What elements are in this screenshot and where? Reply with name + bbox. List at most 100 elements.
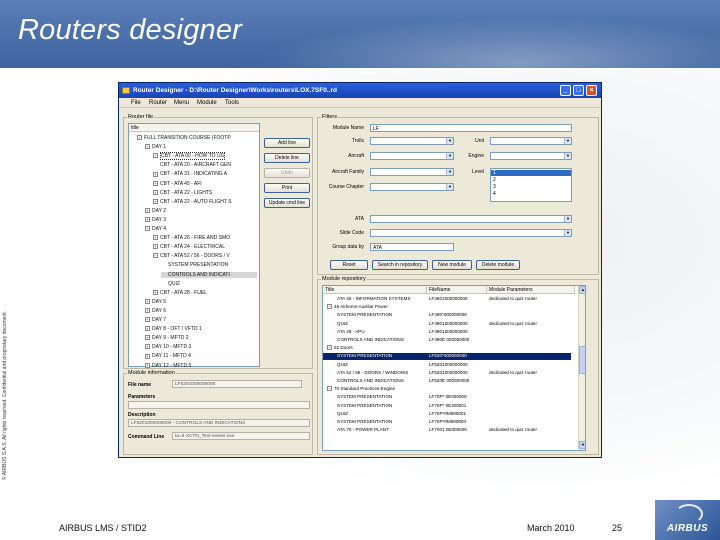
level-option[interactable]: 1: [491, 170, 571, 176]
expand-icon[interactable]: +: [153, 180, 158, 186]
expand-icon[interactable]: +: [145, 344, 150, 350]
tree-node[interactable]: + DAY 12 - MFTD 5: [145, 363, 191, 369]
tree-node[interactable]: + CBT - ATA 45 - AFI: [153, 181, 202, 187]
table-row[interactable]: QUIZ LF4901000000000 dedicated to quiz rou…: [323, 321, 571, 328]
tree-node[interactable]: CONTROLS AND INDICATI: [161, 271, 257, 278]
chevron-down-icon[interactable]: ▼: [564, 216, 571, 222]
scroll-down-icon[interactable]: ▼: [579, 441, 585, 449]
tree-leaf-icon[interactable]: [153, 162, 158, 167]
maximize-button[interactable]: □: [573, 85, 584, 96]
collapse-icon[interactable]: −: [327, 345, 332, 351]
delete-module-button[interactable]: Delete module: [476, 260, 520, 270]
collapse-icon[interactable]: −: [153, 253, 158, 259]
chevron-down-icon[interactable]: ▼: [446, 184, 453, 190]
group-data-by-select[interactable]: ATA: [370, 243, 454, 251]
tree-node[interactable]: + DAY 7: [145, 317, 166, 323]
level-option[interactable]: 3: [493, 184, 496, 190]
expand-icon[interactable]: +: [153, 198, 158, 204]
tree-node[interactable]: + DAY 6: [145, 308, 166, 314]
unit-select[interactable]: ▼: [490, 137, 572, 145]
print-button[interactable]: Print: [264, 183, 310, 193]
update-cmd-line-button[interactable]: Update cmd line: [264, 198, 310, 208]
tree-node[interactable]: − DAY 1: [145, 144, 166, 150]
tree-node[interactable]: + DAY 9 - MFTD 2: [145, 335, 189, 341]
reset-button[interactable]: Reset: [330, 260, 368, 270]
expand-icon[interactable]: +: [153, 189, 158, 195]
expand-icon[interactable]: +: [145, 217, 150, 223]
table-row[interactable]: QUIZ LF70P*0M000001: [323, 411, 571, 418]
tree-node[interactable]: − CBT - ATA 52 / 56 - DOORS / V: [153, 253, 230, 259]
tree-node[interactable]: CBT - ATA 20 - AIRCRAFT GEN: [153, 162, 231, 168]
tree-node[interactable]: + CBT - ATA 26 - FIRE AND SMO: [153, 235, 230, 241]
command-line-field[interactable]: ta=6 XCTN_Text-viewer.exe: [172, 432, 310, 440]
column-module-parameters[interactable]: Module Parameters: [487, 286, 575, 294]
collapse-icon[interactable]: −: [145, 226, 150, 232]
column-filename[interactable]: FileName: [427, 286, 487, 294]
collapse-icon[interactable]: −: [327, 304, 332, 310]
minimize-button[interactable]: _: [560, 85, 571, 96]
engine-select[interactable]: ▼: [490, 152, 572, 160]
table-row[interactable]: SYSTEM PRESENTATION LF520*000000000: [323, 353, 571, 361]
menu-tools[interactable]: Tools: [225, 100, 239, 106]
table-row[interactable]: SYSTEM PRESENTATION LF490*000000000: [323, 312, 571, 319]
table-row[interactable]: QUIZ LF5201000000000: [323, 362, 571, 369]
tree-leaf-icon[interactable]: [161, 281, 166, 286]
table-row[interactable]: ATA 70 - POWER PLANT LF7001 0E000000 dedic…: [323, 427, 571, 434]
menu-router[interactable]: Router: [149, 100, 167, 106]
expand-icon[interactable]: +: [145, 353, 150, 359]
menu-menu[interactable]: Menu: [174, 100, 189, 106]
expand-icon[interactable]: +: [145, 308, 150, 314]
repository-scrollbar[interactable]: ▲ ▼: [578, 286, 585, 450]
search-repository-button[interactable]: Search in repository: [372, 260, 428, 270]
tree-node[interactable]: + CBT - ATA 22 - AUTO FLIGHT S: [153, 199, 232, 205]
column-title[interactable]: Title: [323, 286, 427, 294]
new-module-button[interactable]: New module: [432, 260, 472, 270]
undo-button[interactable]: Undo: [264, 168, 310, 178]
tree-node[interactable]: + DAY 3: [145, 217, 166, 223]
scroll-up-icon[interactable]: ▲: [579, 286, 585, 294]
level-listbox[interactable]: 1 2 3 4: [490, 168, 572, 202]
scroll-thumb[interactable]: [579, 346, 585, 374]
router-tree[interactable]: title − FULL TRANSITION COURSE (FOOTP − DAY…: [128, 123, 260, 369]
parameters-field[interactable]: [128, 401, 310, 409]
expand-icon[interactable]: +: [153, 171, 158, 177]
tree-node[interactable]: QUIZ: [161, 281, 180, 287]
menu-module[interactable]: Module: [197, 100, 217, 106]
window-titlebar[interactable]: Router Designer - D:\Router Designer\Wor…: [119, 83, 601, 98]
table-row[interactable]: CONTROLS AND INDICATIONS LF490E 000000000: [323, 337, 571, 344]
level-option[interactable]: 2: [493, 177, 496, 183]
tree-node[interactable]: − FULL TRANSITION COURSE (FOOTP: [137, 135, 231, 141]
tree-node[interactable]: − DAY 4: [145, 226, 166, 232]
level-option[interactable]: 4: [493, 191, 496, 197]
expand-icon[interactable]: +: [145, 362, 150, 368]
expand-icon[interactable]: +: [145, 207, 150, 213]
expand-icon[interactable]: +: [153, 235, 158, 241]
collapse-icon[interactable]: −: [327, 386, 332, 392]
tree-node[interactable]: + DAY 2: [145, 208, 166, 214]
delete-line-button[interactable]: Delete line: [264, 153, 310, 163]
table-row[interactable]: −70 Standard Practices-Engine: [323, 386, 571, 393]
chevron-down-icon[interactable]: ▼: [564, 153, 571, 159]
table-row[interactable]: ATA 52 / 56 - DOORS / WINDOWS LF520100000…: [323, 370, 571, 377]
tree-leaf-icon[interactable]: [161, 263, 166, 268]
ata-select[interactable]: ▼: [370, 215, 572, 223]
collapse-icon[interactable]: −: [153, 153, 158, 159]
expand-icon[interactable]: +: [153, 289, 158, 295]
expand-icon[interactable]: +: [153, 244, 158, 250]
expand-icon[interactable]: +: [145, 335, 150, 341]
tree-node[interactable]: − CBT - ATA 00 - HOW TO US: [153, 152, 225, 161]
table-row[interactable]: CONTROLS AND INDICATIONS LF520E 000000000: [323, 378, 571, 385]
table-row[interactable]: −52 Doors: [323, 345, 571, 352]
tree-node[interactable]: + CBT - ATA 22 - LIGHTS: [153, 190, 212, 196]
table-row[interactable]: SYSTEM PRESENTATION LF70P* 0E000000: [323, 394, 571, 401]
tree-node[interactable]: + CBT - ATA 24 - ELECTRICAL: [153, 244, 225, 250]
add-line-button[interactable]: Add line: [264, 138, 310, 148]
tree-node[interactable]: + CBT - ATA 28 - FUEL: [153, 290, 207, 296]
table-row[interactable]: SYSTEM PRESENTATION LF70P* 0EJ00001: [323, 403, 571, 410]
repository-grid[interactable]: Title FileName Module Parameters ATA 46 …: [322, 285, 586, 451]
table-row[interactable]: SYSTEM PRESENTATION LF70P*0M000000: [323, 419, 571, 426]
expand-icon[interactable]: +: [145, 326, 150, 332]
tree-node[interactable]: + DAY 5: [145, 299, 166, 305]
close-button[interactable]: ×: [586, 85, 597, 96]
tree-leaf-icon[interactable]: [161, 272, 166, 277]
